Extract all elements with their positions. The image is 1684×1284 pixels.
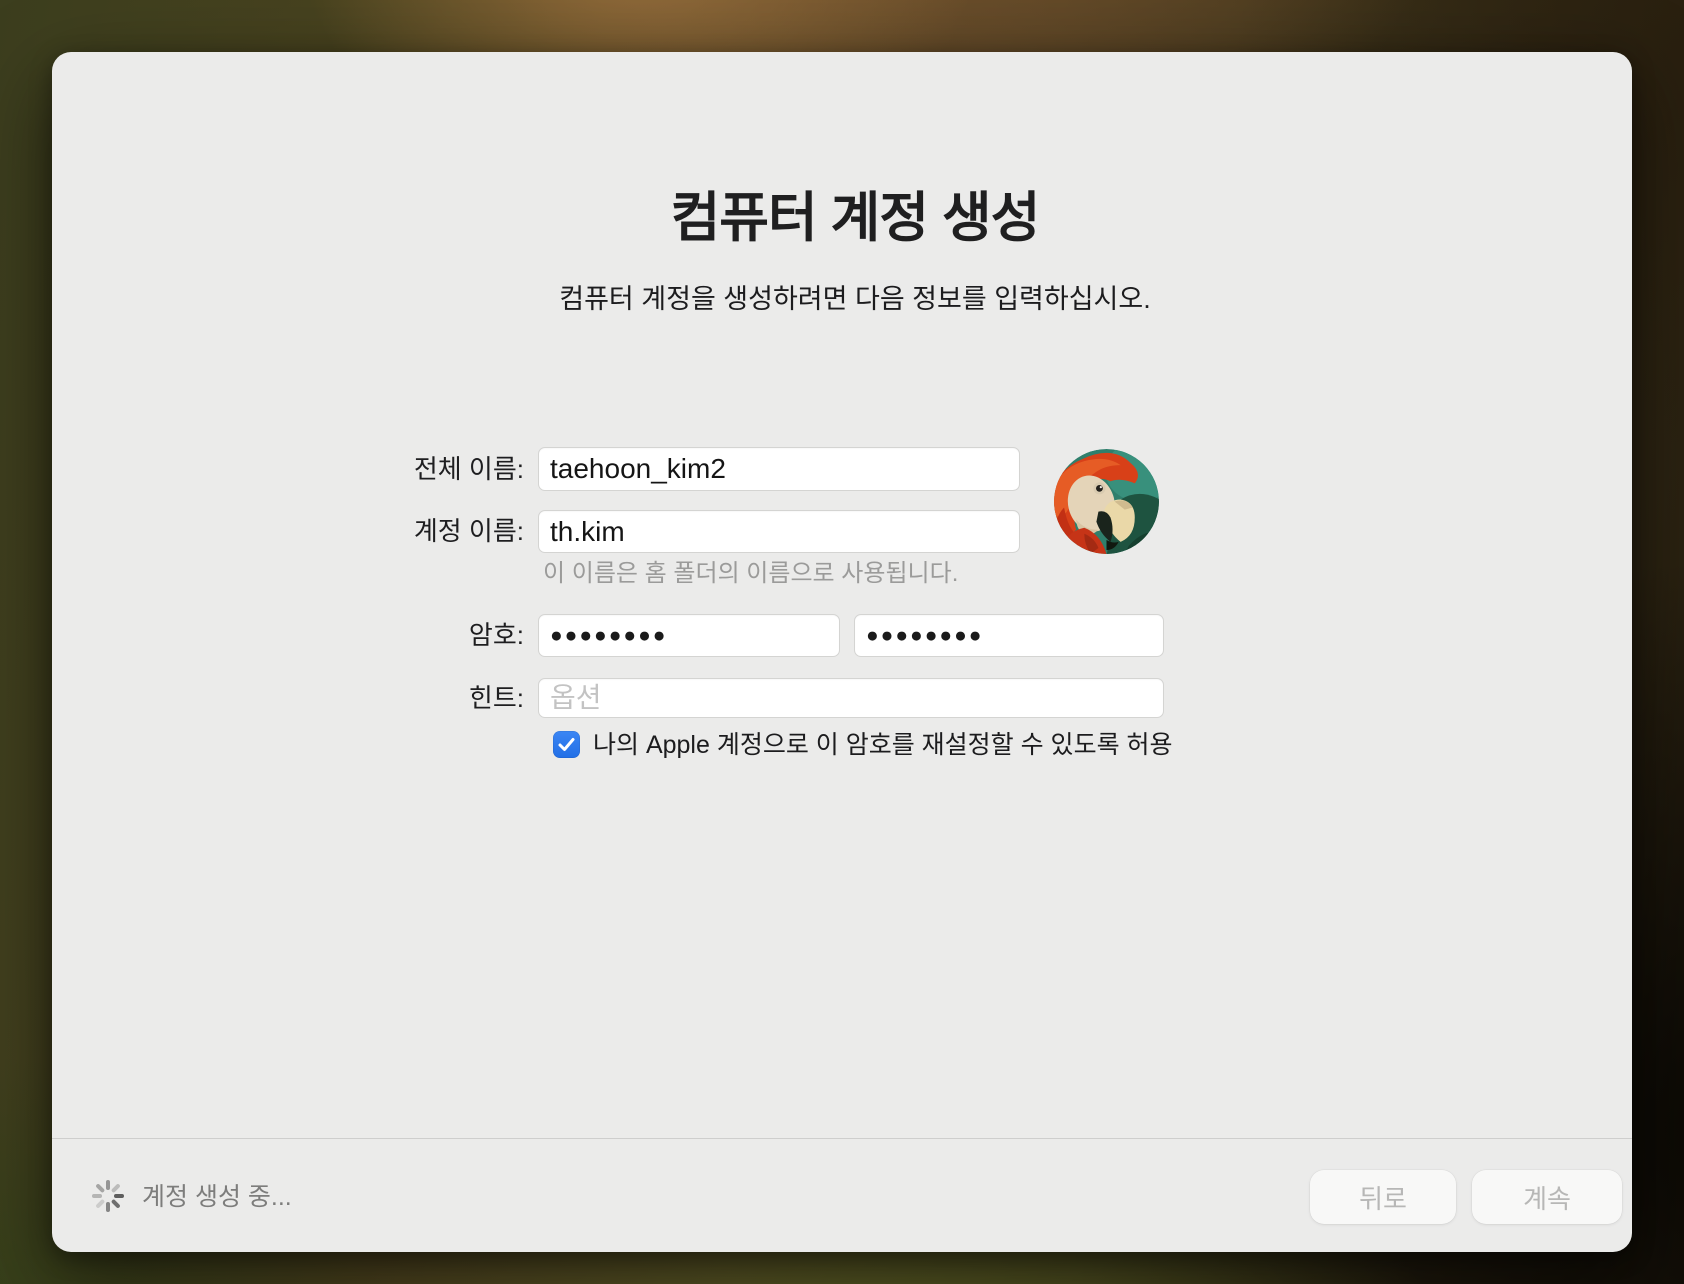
progress-spinner-icon	[90, 1178, 126, 1214]
continue-button[interactable]: 계속	[1472, 1170, 1622, 1224]
back-button[interactable]: 뒤로	[1310, 1170, 1456, 1224]
parrot-avatar-image	[1054, 449, 1159, 554]
parrot-avatar[interactable]	[1054, 449, 1159, 554]
full-name-input[interactable]	[538, 447, 1020, 491]
full-name-label: 전체 이름:	[202, 454, 524, 484]
allow-apple-reset-checkbox[interactable]	[553, 731, 580, 758]
account-name-input[interactable]	[538, 510, 1020, 553]
hint-input[interactable]	[538, 678, 1164, 718]
setup-assistant-window: 컴퓨터 계정 생성 컴퓨터 계정을 생성하려면 다음 정보를 입력하십시오. 전…	[52, 52, 1632, 1252]
checkmark-icon	[554, 732, 579, 757]
status-text: 계정 생성 중...	[142, 1182, 292, 1212]
allow-apple-reset-label: 나의 Apple 계정으로 이 암호를 재설정할 수 있도록 허용	[593, 732, 1253, 758]
page-title: 컴퓨터 계정 생성	[52, 186, 1658, 250]
desktop-background: 컴퓨터 계정 생성 컴퓨터 계정을 생성하려면 다음 정보를 입력하십시오. 전…	[0, 0, 1684, 1284]
header: 컴퓨터 계정 생성 컴퓨터 계정을 생성하려면 다음 정보를 입력하십시오.	[52, 186, 1658, 315]
password-verify-input[interactable]	[854, 614, 1164, 657]
hint-label: 힌트:	[202, 683, 524, 713]
account-name-label: 계정 이름:	[202, 516, 524, 546]
password-label: 암호:	[202, 620, 524, 650]
footer-divider	[52, 1138, 1632, 1139]
account-name-helper-text: 이 이름은 홈 폴더의 이름으로 사용됩니다.	[543, 560, 958, 588]
password-input[interactable]	[538, 614, 840, 657]
page-subtitle: 컴퓨터 계정을 생성하려면 다음 정보를 입력하십시오.	[52, 283, 1658, 315]
